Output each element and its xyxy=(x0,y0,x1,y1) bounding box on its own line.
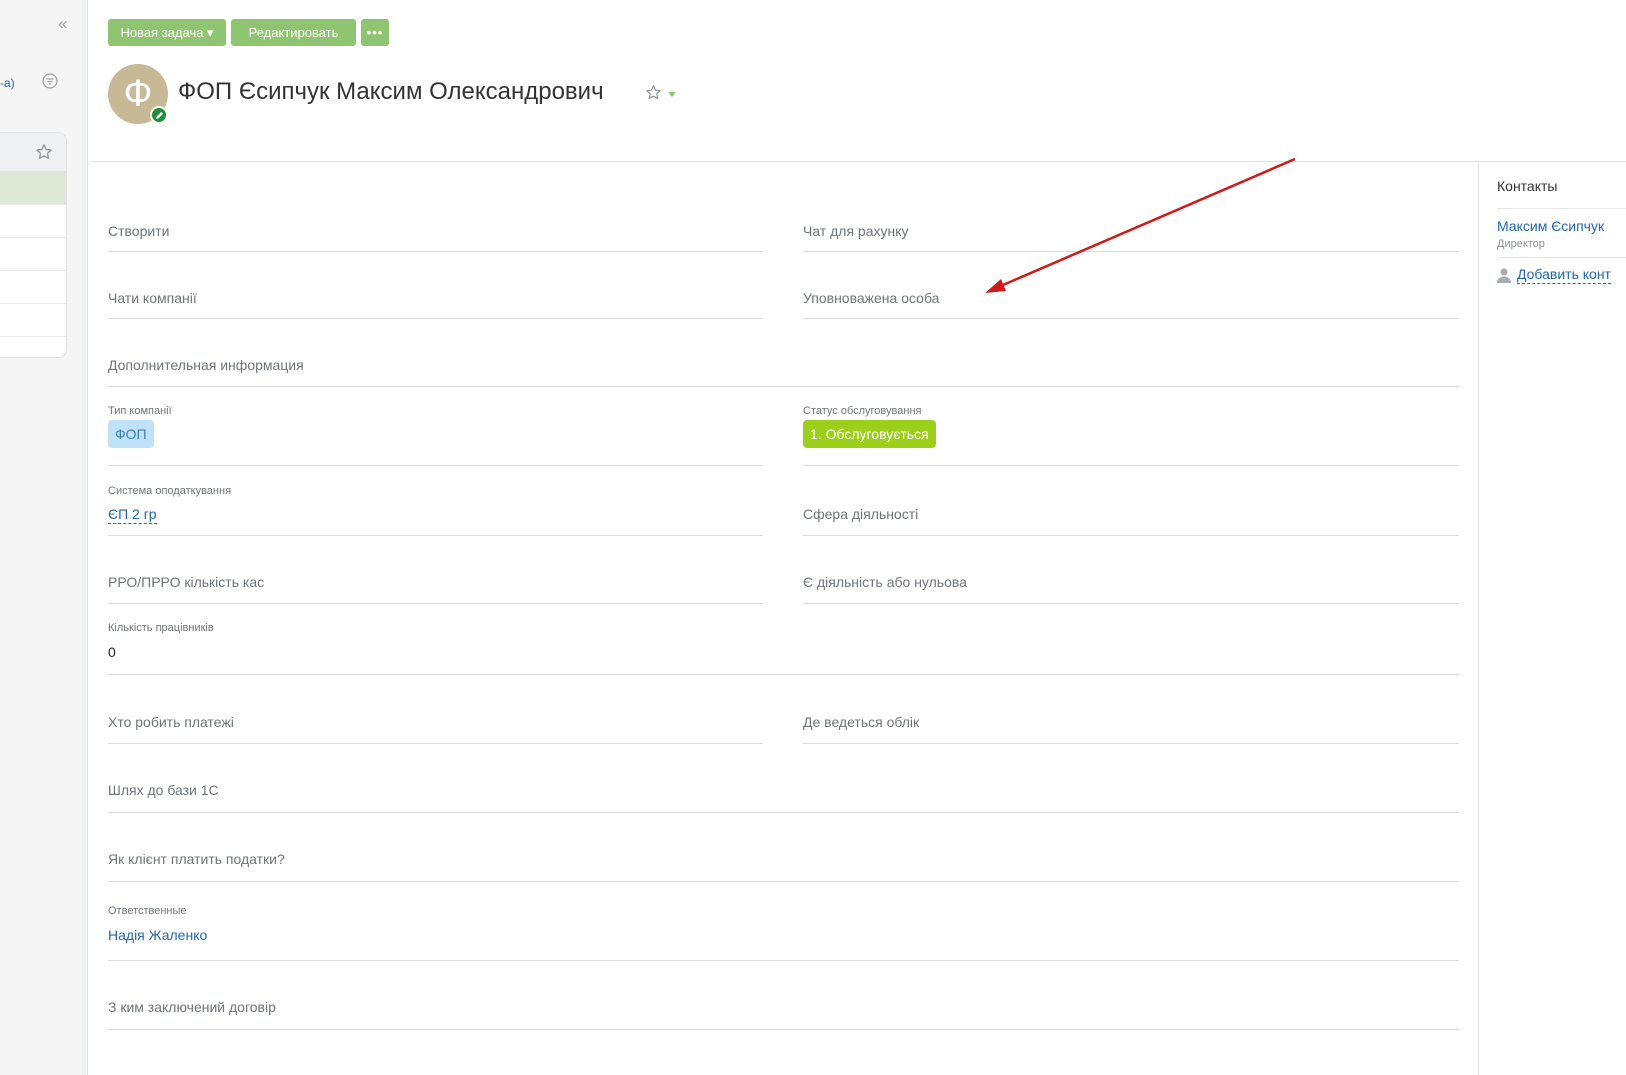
field-label: Система оподаткування xyxy=(108,485,232,497)
add-contact-button[interactable]: Добавить конт xyxy=(1497,266,1611,284)
field-label: Сфера діяльності xyxy=(803,506,919,522)
list-item[interactable] xyxy=(0,271,66,304)
field-authorized-person[interactable]: Уповноважена особа xyxy=(803,277,1459,319)
status-badge[interactable]: 1. Обслуговується xyxy=(803,420,936,448)
field-label: Шлях до бази 1С xyxy=(108,782,219,798)
responsible-link[interactable]: Надія Жаленко xyxy=(108,927,207,943)
employees-value: 0 xyxy=(108,644,116,660)
field-additional-info[interactable]: Дополнительная информация xyxy=(108,345,1459,387)
field-path-1c[interactable]: Шлях до бази 1С xyxy=(108,770,1459,813)
field-label: Дополнительная информация xyxy=(108,357,304,373)
field-cash-registers[interactable]: РРО/ПРРО кількість кас xyxy=(108,562,763,604)
field-how-pays-taxes[interactable]: Як клієнт платить податки? xyxy=(108,839,1459,882)
contacts-title: Контакты xyxy=(1497,178,1558,194)
left-list-header xyxy=(0,133,66,172)
field-company-chats[interactable]: Чати компанії xyxy=(108,277,763,319)
field-label: Статус обслуговування xyxy=(803,405,922,417)
contact-role: Директор xyxy=(1497,238,1545,250)
field-service-status[interactable]: Статус обслуговування 1. Обслуговується xyxy=(803,405,1459,466)
new-task-button[interactable]: Новая задача ▾ xyxy=(108,19,226,46)
left-panel: « -а) xyxy=(0,0,83,1075)
field-where-accounting[interactable]: Де ведеться облік xyxy=(803,702,1459,744)
field-label: Кількість працівників xyxy=(108,622,214,634)
contact-name-link[interactable]: Максим Єсипчук xyxy=(1497,218,1604,234)
field-activity-sphere[interactable]: Сфера діяльності xyxy=(803,494,1459,536)
person-icon xyxy=(1497,268,1511,283)
field-responsible[interactable]: Ответственные Надія Жаленко xyxy=(108,905,1459,961)
field-label: Чат для рахунку xyxy=(803,223,909,239)
sidebar-divider xyxy=(1497,257,1626,258)
field-label: Уповноважена особа xyxy=(803,290,940,306)
field-who-pays[interactable]: Хто робить платежі xyxy=(108,702,763,744)
page-title: ФОП Єсипчук Максим Олександрович xyxy=(178,78,604,105)
field-label: Створити xyxy=(108,223,170,239)
pencil-icon xyxy=(155,111,163,119)
field-contract-with[interactable]: З ким заключений договір xyxy=(108,987,1459,1030)
field-company-type[interactable]: Тип компанії ФОП xyxy=(108,405,763,466)
field-employees[interactable]: Кількість працівників 0 xyxy=(108,622,1459,675)
field-label: Є діяльність або нульова xyxy=(803,574,967,590)
field-label: РРО/ПРРО кількість кас xyxy=(108,574,265,590)
edit-avatar-button[interactable] xyxy=(150,106,168,124)
field-tax-system[interactable]: Система оподаткування ЄП 2 гр xyxy=(108,485,763,536)
contacts-sidebar: Контакты Максим Єсипчук Директор Добавит… xyxy=(1478,161,1626,1075)
left-list xyxy=(0,132,67,358)
favorite-star-icon[interactable] xyxy=(35,143,53,161)
field-chat-invoice[interactable]: Чат для рахунку xyxy=(803,210,1459,252)
list-item[interactable] xyxy=(0,172,66,205)
field-label: Ответственные xyxy=(108,905,187,917)
field-label: Тип компанії xyxy=(108,405,172,417)
tax-system-link[interactable]: ЄП 2 гр xyxy=(108,505,157,524)
collapse-icon[interactable]: « xyxy=(58,14,67,34)
field-activity-or-zero[interactable]: Є діяльність або нульова xyxy=(803,562,1459,604)
title-dropdown-caret[interactable] xyxy=(668,92,676,97)
filter-icon[interactable] xyxy=(42,73,58,89)
field-label: Як клієнт платить податки? xyxy=(108,851,285,867)
favorite-star-icon[interactable] xyxy=(645,84,662,101)
company-type-tag[interactable]: ФОП xyxy=(108,420,154,448)
edit-button[interactable]: Редактировать xyxy=(231,19,356,46)
left-filter-link[interactable]: -а) xyxy=(0,76,15,90)
field-label: З ким заключений договір xyxy=(108,999,276,1015)
header-divider xyxy=(90,161,1626,162)
list-item[interactable] xyxy=(0,238,66,271)
panel-divider xyxy=(82,0,88,1075)
sidebar-divider xyxy=(1497,208,1626,209)
field-label: Чати компанії xyxy=(108,290,197,306)
list-item[interactable] xyxy=(0,304,66,337)
field-label: Де ведеться облік xyxy=(803,714,920,730)
list-item[interactable] xyxy=(0,205,66,238)
field-create[interactable]: Створити xyxy=(108,210,763,252)
more-button[interactable]: ••• xyxy=(361,19,389,46)
field-label: Хто робить платежі xyxy=(108,714,234,730)
add-contact-label: Добавить конт xyxy=(1517,266,1611,284)
